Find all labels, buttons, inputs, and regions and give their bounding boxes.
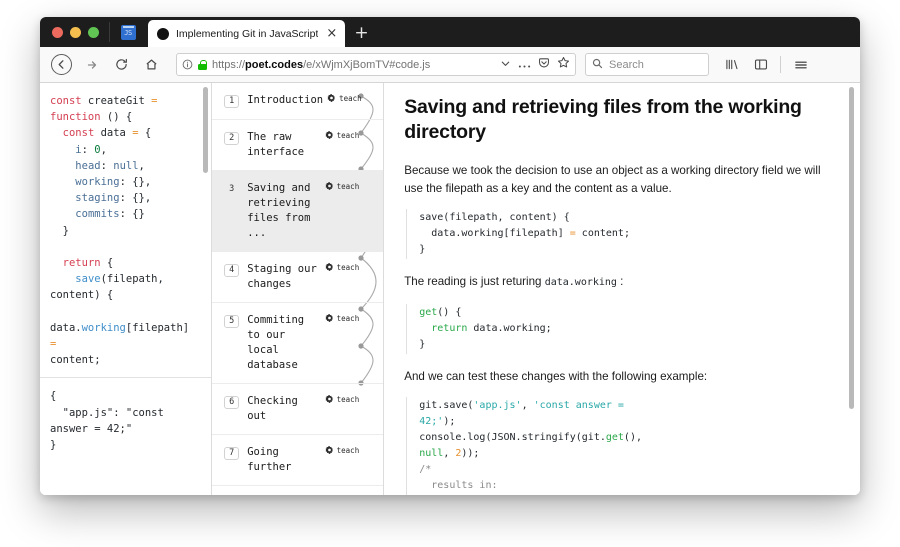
article-paragraph-3: And we can test these changes with the f… <box>404 369 708 383</box>
chapter-title: The raw interface <box>247 130 305 158</box>
lock-icon <box>198 59 207 70</box>
window-controls <box>48 17 109 47</box>
teach-label: teach <box>336 445 360 455</box>
gear-icon <box>325 130 333 139</box>
teach-button[interactable]: teach <box>325 394 374 404</box>
chapter-title: Commiting to our local database <box>247 313 305 371</box>
tab-favicon-icon <box>157 27 169 40</box>
search-icon <box>592 56 603 74</box>
page-info-icon[interactable] <box>182 59 193 70</box>
new-tab-button[interactable]: + <box>345 25 377 42</box>
teach-button[interactable]: teach <box>325 181 374 191</box>
teach-label: teach <box>339 94 362 103</box>
back-button[interactable] <box>51 54 72 75</box>
forward-button[interactable] <box>78 51 105 78</box>
search-bar[interactable]: Search <box>585 53 709 76</box>
article-scroll-thumb[interactable] <box>849 87 854 409</box>
chapter-title: Going further <box>247 445 292 473</box>
pocket-icon[interactable] <box>538 56 550 74</box>
chapter-title: Saving and retrieving files from ... <box>247 181 311 239</box>
pinned-tab-favicon-icon: JS <box>120 24 136 40</box>
chapter-number: 2 <box>224 131 240 145</box>
gear-icon <box>325 313 333 322</box>
code-panel-scrollbar[interactable] <box>201 83 210 495</box>
chapter-title: Staging our changes <box>247 262 317 290</box>
chapter-number: 1 <box>224 95 240 108</box>
tab-strip: JS Implementing Git in JavaScript × + <box>40 17 860 47</box>
chapter-item-6[interactable]: 6 Checking out teach <box>212 384 384 435</box>
teach-label: teach <box>336 262 360 272</box>
home-button[interactable] <box>138 51 165 78</box>
chapter-number: 4 <box>224 263 240 277</box>
page-actions-more-icon[interactable] <box>518 56 531 74</box>
gear-icon <box>325 181 333 190</box>
tab-active[interactable]: Implementing Git in JavaScript × <box>148 20 346 47</box>
library-icon[interactable] <box>718 51 745 78</box>
browser-window: JS Implementing Git in JavaScript × + ht… <box>40 17 860 495</box>
teach-label: teach <box>336 394 360 404</box>
article-code-block-1: save(filepath, content) { data.working[f… <box>406 209 838 259</box>
gear-icon <box>325 262 333 271</box>
search-input[interactable]: Search <box>609 59 644 71</box>
teach-label: teach <box>336 313 360 323</box>
maximize-window-button[interactable] <box>88 26 99 38</box>
article-paragraph-1: Because we took the decision to use an o… <box>404 164 821 195</box>
gear-icon <box>327 94 335 102</box>
chapter-number: 5 <box>224 314 240 328</box>
chapter-number: 6 <box>224 395 240 409</box>
url-chevron-down-icon[interactable] <box>500 56 511 74</box>
minimize-window-button[interactable] <box>70 26 81 38</box>
chapter-item-4[interactable]: 4 Staging our changes teach <box>212 252 384 303</box>
sidebar-icon[interactable] <box>747 51 774 78</box>
article-scrollbar[interactable] <box>847 83 856 495</box>
teach-button[interactable]: teach <box>325 445 374 455</box>
article-paragraph-2: The reading is just returing data.workin… <box>404 275 624 288</box>
chapter-item-8[interactable]: 8 Conclusion teach <box>212 486 383 495</box>
toolbar-divider <box>780 56 781 73</box>
page-content: const createGit = function () { const da… <box>40 83 860 495</box>
teach-label: teach <box>336 181 360 191</box>
navigation-toolbar: https://poet.codes/e/xWjmXjBomTV#code.js <box>40 47 860 83</box>
chapter-title: Introduction <box>247 94 324 106</box>
chapter-title: Checking out <box>247 394 298 422</box>
chapter-number: 3 <box>229 183 235 194</box>
teach-label: teach <box>336 130 360 140</box>
teach-button[interactable]: teach <box>325 262 374 272</box>
teach-button[interactable]: teach <box>325 313 374 323</box>
bookmark-star-icon[interactable] <box>557 56 570 74</box>
close-window-button[interactable] <box>52 26 63 38</box>
code-output-pane: { "app.js": "const answer = 42;" } <box>40 377 212 495</box>
chapter-item-1[interactable]: 1 Introduction teach <box>212 83 384 120</box>
teach-button[interactable]: teach <box>325 130 374 140</box>
code-editor-source[interactable]: const createGit = function () { const da… <box>40 83 211 368</box>
chapter-item-2[interactable]: 2 The raw interface teach <box>212 120 384 171</box>
url-bar[interactable]: https://poet.codes/e/xWjmXjBomTV#code.js <box>176 53 576 76</box>
gear-icon <box>325 445 333 454</box>
article-panel: Saving and retrieving files from the wor… <box>384 83 860 495</box>
teach-button[interactable]: teach <box>327 94 376 103</box>
article-code-block-2: get() { return data.working; } <box>406 303 838 354</box>
article-code-block-3: git.save('app.js', 'const answer = 42;')… <box>406 397 838 495</box>
code-editor-panel[interactable]: const createGit = function () { const da… <box>40 83 213 495</box>
chapter-item-3[interactable]: 3 Saving and retrieving files from ... t… <box>212 170 384 252</box>
url-text: https://poet.codes/e/xWjmXjBomTV#code.js <box>212 58 431 71</box>
chapter-item-5[interactable]: 5 Commiting to our local database teach <box>212 303 384 384</box>
gear-icon <box>325 394 333 403</box>
chapter-list: 1 Introduction teach 2 The raw interface… <box>212 83 384 495</box>
inline-code: data.working <box>544 277 617 288</box>
table-of-contents-panel: 1 Introduction teach 2 The raw interface… <box>212 83 385 495</box>
chapter-number: 7 <box>224 446 240 460</box>
app-menu-button[interactable] <box>787 51 814 78</box>
pinned-tab[interactable]: JS <box>110 17 146 47</box>
article-title: Saving and retrieving files from the wor… <box>404 96 802 143</box>
tab-title: Implementing Git in JavaScript <box>176 27 319 40</box>
reload-button[interactable] <box>108 51 135 78</box>
close-tab-button[interactable]: × <box>325 27 338 40</box>
code-panel-scroll-thumb[interactable] <box>203 87 209 173</box>
chapter-item-7[interactable]: 7 Going further teach <box>212 435 384 486</box>
